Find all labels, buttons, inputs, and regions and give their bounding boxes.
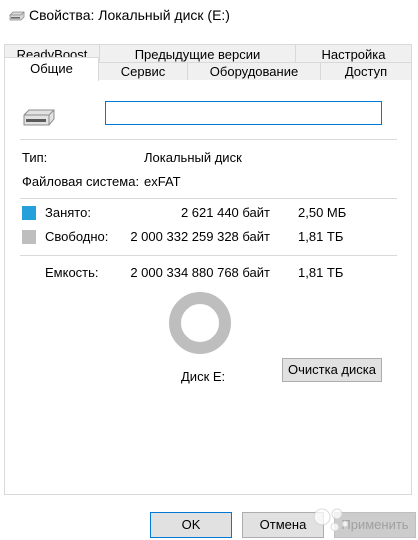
- used-label: Занято:: [45, 205, 91, 220]
- avito-watermark: [310, 505, 358, 538]
- tab-hardware[interactable]: Оборудование: [187, 62, 321, 80]
- type-value: Локальный диск: [144, 150, 242, 165]
- ok-button[interactable]: OK: [150, 512, 232, 538]
- drive-name-input[interactable]: [105, 101, 382, 125]
- tab-sharing[interactable]: Доступ: [320, 62, 412, 80]
- used-size: 2,50 МБ: [298, 205, 347, 220]
- separator: [20, 255, 397, 256]
- filesystem-label: Файловая система:: [22, 174, 140, 189]
- tab-general[interactable]: Общие: [4, 57, 99, 81]
- free-space-ring: [169, 292, 231, 354]
- drive-icon: [23, 109, 55, 126]
- free-color-swatch: [22, 230, 36, 244]
- capacity-size: 1,81 ТБ: [298, 265, 344, 280]
- free-bytes: 2 000 332 259 328 байт: [130, 229, 270, 244]
- tab-previous-versions[interactable]: Предыдущие версии: [99, 44, 296, 64]
- used-color-swatch: [22, 206, 36, 220]
- capacity-bytes: 2 000 334 880 768 байт: [130, 265, 270, 280]
- tab-customize[interactable]: Настройка: [295, 44, 412, 64]
- free-size: 1,81 ТБ: [298, 229, 344, 244]
- disk-cleanup-button[interactable]: Очистка диска: [282, 358, 382, 382]
- used-bytes: 2 621 440 байт: [180, 205, 270, 220]
- filesystem-value: exFAT: [144, 174, 181, 189]
- separator: [20, 198, 397, 199]
- window-title: Свойства: Локальный диск (E:): [29, 7, 230, 23]
- usage-donut-chart: [169, 292, 231, 354]
- avito-logo-icon: [313, 508, 349, 532]
- separator: [20, 139, 397, 140]
- tab-panel-general: [4, 79, 412, 495]
- type-label: Тип:: [22, 150, 48, 165]
- title-bar: Свойства: Локальный диск (E:): [0, 0, 418, 32]
- disk-label: Диск E:: [181, 369, 226, 384]
- drive-icon: [9, 11, 25, 21]
- free-label: Свободно:: [45, 229, 109, 244]
- tab-tools[interactable]: Сервис: [98, 62, 188, 80]
- capacity-label: Емкость:: [45, 265, 99, 280]
